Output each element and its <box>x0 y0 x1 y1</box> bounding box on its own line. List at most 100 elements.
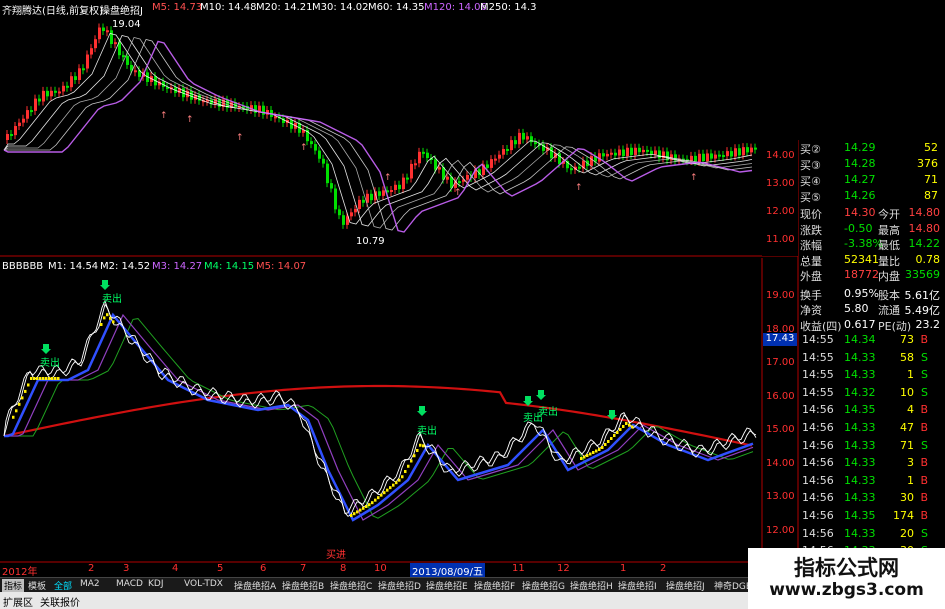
tab-related-quote[interactable]: 关联报价 <box>40 594 80 609</box>
stat-label: 流通 <box>878 304 900 317</box>
indicator-tab[interactable]: MACD <box>116 579 143 589</box>
bid-label: 买④ <box>800 175 821 188</box>
price-tick: 12.00 <box>766 524 795 536</box>
lower-indicator-name[interactable]: BBBBBB <box>2 261 43 272</box>
tick-volume: 47 <box>900 421 914 434</box>
time-tick: 5 <box>217 563 224 574</box>
tick-volume: 10 <box>900 385 914 399</box>
stat-label: 现价 <box>800 208 822 221</box>
tick-volume: 71 <box>900 438 914 452</box>
stat-row: 涨跌 -0.50 最高 14.80 <box>800 222 942 238</box>
tick-row: 14:56 14.33 47 B <box>800 421 942 437</box>
stat-row: 现价 14.30 今开 14.80 <box>800 206 942 222</box>
bid-price: 14.29 <box>844 141 876 154</box>
ma-legend-item: M120: 14.06 <box>424 2 487 13</box>
indicator-legend-item: M4: 14.15 <box>204 261 255 272</box>
tick-side: S <box>921 438 928 452</box>
stat-label: 量比 <box>878 254 900 268</box>
tick-price: 14.33 <box>844 438 876 452</box>
svg-text:↑: ↑ <box>690 173 698 183</box>
buy-label: 买进 <box>326 550 346 561</box>
indicator-tab[interactable]: 操盘绝招J <box>666 579 705 592</box>
indicator-tab[interactable]: 操盘绝招E <box>426 579 468 592</box>
tick-row: 14:55 14.34 73 B <box>800 333 942 349</box>
ma-legend-item: M5: 14.73 <box>152 2 203 13</box>
moving-average-lines <box>3 33 753 233</box>
tick-volume: 1 <box>907 473 914 487</box>
tick-time: 14:55 <box>802 368 834 382</box>
tab-expand-area[interactable]: 扩展区 <box>3 594 33 609</box>
indicator-tab[interactable]: 指标 <box>2 579 25 592</box>
bid-price: 14.28 <box>844 157 876 170</box>
indicator-legend-item: M2: 14.52 <box>100 261 151 272</box>
bid-price: 14.26 <box>844 189 876 202</box>
indicator-tab[interactable]: 操盘绝招H <box>570 579 613 592</box>
tick-side: B <box>920 473 928 487</box>
indicator-tab[interactable]: MA2 <box>80 579 100 589</box>
bottom-bar: 扩展区 关联报价 <box>0 592 760 609</box>
upper-indicator-name[interactable]: 操盘绝招J <box>100 2 143 17</box>
stat-label: 今开 <box>878 208 900 221</box>
stat-row: 净资 5.80 流通 5.49亿 <box>800 302 942 318</box>
stat-label: 最高 <box>878 223 900 237</box>
stat-value: 5.61亿 <box>904 288 941 302</box>
stat-label: PE(动) <box>878 319 912 333</box>
sell-label: 卖出 <box>417 426 437 437</box>
stat-label: 最低 <box>878 239 900 252</box>
indicator-tab[interactable]: 操盘绝招A <box>234 579 276 592</box>
price-tick: 11.00 <box>766 234 795 245</box>
tick-time: 14:55 <box>802 350 834 364</box>
tick-price: 14.33 <box>844 491 876 505</box>
indicator-tab[interactable]: 操盘绝招D <box>378 579 421 592</box>
time-tick: 6 <box>260 563 267 574</box>
indicator-tab[interactable]: 模板 <box>28 579 46 592</box>
tick-side: B <box>920 333 928 346</box>
sell-label: 卖出 <box>40 358 60 369</box>
price-tick: 16.00 <box>766 390 795 402</box>
indicator-tab[interactable]: 操盘绝招B <box>282 579 324 592</box>
indicator-tab[interactable]: 操盘绝招F <box>474 579 515 592</box>
tick-time: 14:56 <box>802 438 834 452</box>
price-tick: 19.00 <box>766 290 795 301</box>
tick-row: 14:55 14.33 58 S <box>800 351 942 367</box>
stock-chart-window: ↑ ↑ ↑ ↑ ↑ ↑ ↑ ↑ 齐翔腾达(日线,前复权) 操盘绝招J M5: 14.73 M10… <box>0 0 945 609</box>
indicator-tab[interactable]: VOL-TDX <box>184 579 223 589</box>
tick-row: 14:56 14.33 71 S <box>800 439 942 455</box>
stat-row: 总量 52341 量比 0.78 <box>800 253 942 269</box>
stat-row: 收益(四) 0.617 PE(动) 23.2 <box>800 318 942 334</box>
tick-volume: 73 <box>900 333 914 346</box>
stat-value: -0.50 <box>844 221 873 235</box>
stat-value: 0.95% <box>844 286 879 300</box>
stat-label: 收益(四) <box>800 319 842 333</box>
tick-price: 14.34 <box>844 333 876 346</box>
tick-side: B <box>920 456 928 470</box>
indicator-tab[interactable]: 全部 <box>54 579 72 592</box>
tick-side: B <box>920 491 928 505</box>
tick-side: S <box>921 385 928 399</box>
time-tick: 7 <box>300 563 307 574</box>
stat-label: 换手 <box>800 288 822 302</box>
stat-value: 14.80 <box>908 221 941 235</box>
price-tick: 12.00 <box>766 206 795 217</box>
bid-row: 买④ 14.27 71 <box>800 173 942 189</box>
stat-value: 0.78 <box>915 252 941 266</box>
stat-row: 涨幅 -3.38% 最低 14.22 <box>800 237 942 253</box>
bid-volume: 376 <box>917 157 938 170</box>
stat-label: 净资 <box>800 304 822 317</box>
tick-row: 14:56 14.33 30 B <box>800 491 942 507</box>
stat-row: 外盘 18772 内盘 33569 <box>800 268 942 284</box>
indicator-tab[interactable]: 操盘绝招I <box>618 579 657 592</box>
price-tick: 15.00 <box>766 424 795 435</box>
indicator-tab[interactable]: 神奇DGE <box>714 579 752 592</box>
tick-volume: 174 <box>893 509 914 522</box>
bid-row: 买⑤ 14.26 87 <box>800 189 942 205</box>
tick-time: 14:56 <box>802 491 834 505</box>
indicator-tab[interactable]: 操盘绝招C <box>330 579 372 592</box>
svg-text:↑: ↑ <box>384 173 392 183</box>
tick-side: S <box>921 350 928 364</box>
indicator-tab[interactable]: 操盘绝招G <box>522 579 565 592</box>
ma-legend-item: M10: 14.48 <box>200 2 257 13</box>
indicator-tab[interactable]: KDJ <box>148 579 164 589</box>
indicator-legend-item: M1: 14.54 <box>48 261 99 272</box>
sell-label: 卖出 <box>102 294 122 305</box>
